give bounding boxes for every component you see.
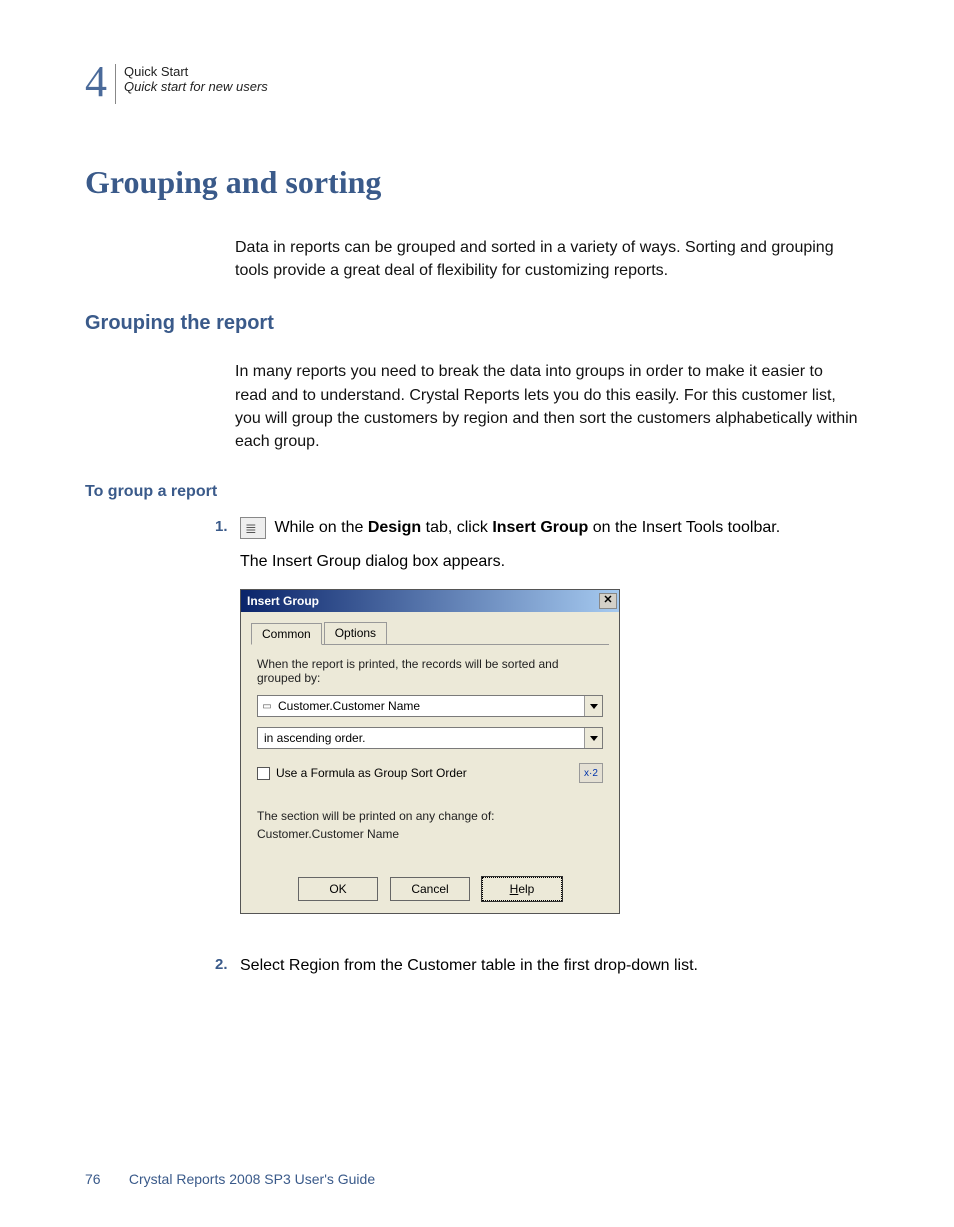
chevron-down-icon bbox=[584, 696, 602, 716]
dialog-title: Insert Group bbox=[247, 594, 319, 608]
heading-1: Grouping and sorting bbox=[85, 164, 869, 201]
help-accel: H bbox=[510, 882, 519, 896]
formula-editor-button[interactable]: x·2 bbox=[579, 763, 603, 783]
step-text: Select Region from the Customer table in… bbox=[240, 954, 869, 978]
close-icon[interactable]: ✕ bbox=[599, 593, 617, 609]
tab-options[interactable]: Options bbox=[324, 622, 387, 644]
bold-design: Design bbox=[368, 519, 421, 536]
breadcrumb-top: Quick Start bbox=[124, 64, 268, 79]
ok-button[interactable]: OK bbox=[298, 877, 378, 901]
dialog-body: Common Options When the report is printe… bbox=[241, 612, 619, 913]
chevron-down-icon bbox=[584, 728, 602, 748]
bold-insert-group: Insert Group bbox=[492, 519, 588, 536]
cancel-button[interactable]: Cancel bbox=[390, 877, 470, 901]
section-change-line1: The section will be printed on any chang… bbox=[257, 809, 603, 823]
help-button[interactable]: Help bbox=[482, 877, 562, 901]
breadcrumb-sub: Quick start for new users bbox=[124, 79, 268, 94]
insert-group-icon bbox=[240, 517, 266, 539]
section-change-line2: Customer.Customer Name bbox=[257, 827, 603, 841]
dialog-instruction: When the report is printed, the records … bbox=[257, 657, 603, 685]
page-header: 4 Quick Start Quick start for new users bbox=[85, 60, 869, 104]
footer-title: Crystal Reports 2008 SP3 User's Guide bbox=[129, 1171, 375, 1187]
field-icon: ▭ bbox=[258, 701, 276, 712]
grouping-paragraph: In many reports you need to break the da… bbox=[235, 360, 859, 453]
formula-sort-row: Use a Formula as Group Sort Order x·2 bbox=[257, 763, 603, 783]
page-footer: 76 Crystal Reports 2008 SP3 User's Guide bbox=[85, 1171, 375, 1187]
step-text-part: tab, click bbox=[421, 519, 492, 536]
step-1-followup: The Insert Group dialog box appears. bbox=[240, 550, 869, 573]
step-number: 2. bbox=[215, 954, 240, 973]
tab-common[interactable]: Common bbox=[251, 623, 322, 645]
step-text: While on the Design tab, click Insert Gr… bbox=[240, 516, 869, 540]
heading-3: To group a report bbox=[85, 483, 869, 501]
insert-group-dialog: Insert Group ✕ Common Options When the r… bbox=[240, 589, 620, 914]
heading-2: Grouping the report bbox=[85, 312, 869, 335]
step-2: 2. Select Region from the Customer table… bbox=[215, 954, 869, 978]
step-text-part: While on the bbox=[270, 519, 368, 536]
sort-order-dropdown[interactable]: in ascending order. bbox=[257, 727, 603, 749]
step-1: 1. While on the Design tab, click Insert… bbox=[215, 516, 869, 540]
group-field-value: Customer.Customer Name bbox=[276, 699, 584, 713]
step-text-part: on the Insert Tools toolbar. bbox=[588, 519, 780, 536]
sort-order-value: in ascending order. bbox=[258, 731, 584, 745]
header-divider bbox=[115, 64, 116, 104]
breadcrumb: Quick Start Quick start for new users bbox=[124, 60, 268, 94]
dialog-button-row: OK Cancel Help bbox=[251, 871, 609, 901]
dialog-titlebar[interactable]: Insert Group ✕ bbox=[241, 590, 619, 612]
group-field-dropdown[interactable]: ▭ Customer.Customer Name bbox=[257, 695, 603, 717]
tab-strip: Common Options bbox=[251, 622, 609, 645]
step-number: 1. bbox=[215, 516, 240, 535]
formula-sort-label: Use a Formula as Group Sort Order bbox=[276, 766, 467, 780]
formula-sort-checkbox[interactable] bbox=[257, 767, 270, 780]
page-number: 76 bbox=[85, 1171, 125, 1187]
chapter-number: 4 bbox=[85, 60, 107, 104]
intro-paragraph: Data in reports can be grouped and sorte… bbox=[235, 236, 859, 282]
help-rest: elp bbox=[518, 882, 534, 896]
